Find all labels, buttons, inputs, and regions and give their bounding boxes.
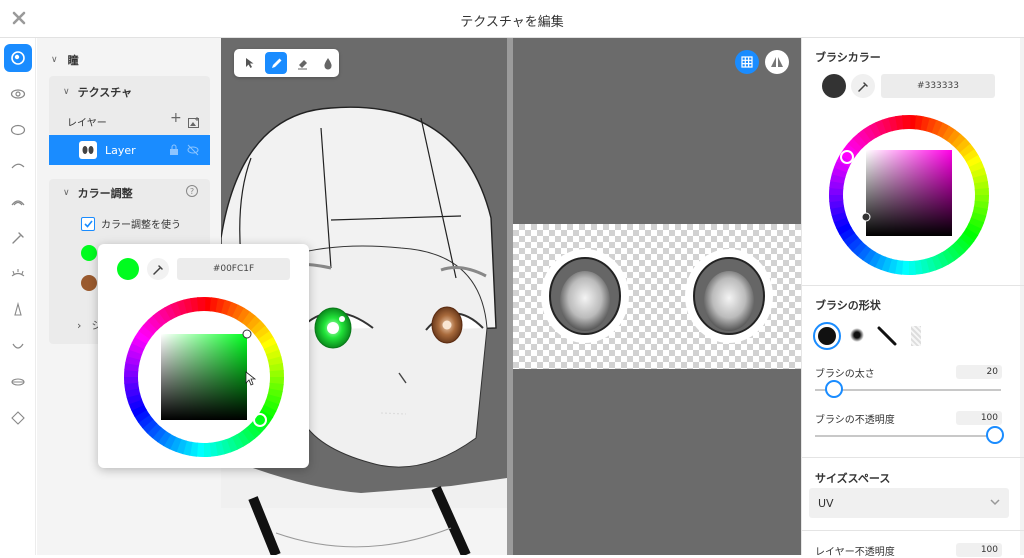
title-bar: テクスチャを編集 (0, 0, 1024, 38)
ear-icon[interactable] (4, 188, 32, 216)
drawing-toolbar (234, 49, 339, 77)
eyedropper-button[interactable] (147, 258, 169, 280)
color-swatch-2[interactable] (81, 275, 97, 291)
texture-header[interactable]: ∨ テクスチャ (63, 84, 210, 100)
color-adjust-title: カラー調整 (77, 187, 133, 200)
eye-outline-icon[interactable] (4, 80, 32, 108)
chevron-right-icon: › (77, 318, 82, 332)
eyedropper-icon[interactable] (4, 224, 32, 252)
face-shape-icon[interactable] (4, 404, 32, 432)
chevron-down-icon: ∨ (63, 188, 70, 198)
add-layer-icon[interactable]: + (170, 110, 182, 126)
part-tool-strip (0, 38, 36, 555)
lip-icon[interactable] (4, 368, 32, 396)
texture-view[interactable] (513, 38, 801, 555)
use-color-adjust-label: カラー調整を使う (101, 220, 181, 231)
eyedropper-icon (152, 264, 163, 275)
sv-handle (242, 329, 252, 339)
layer-opacity-label: レイヤー不透明度 (815, 547, 895, 558)
add-image-icon[interactable] (188, 113, 200, 132)
brow-icon[interactable] (4, 152, 32, 180)
help-icon[interactable]: ? (186, 185, 198, 197)
brush-color-title: ブラシカラー (815, 51, 881, 64)
hex-input[interactable]: #00FC1F (177, 258, 290, 280)
lash-icon[interactable] (4, 260, 32, 288)
texture-card: ∨ テクスチャ レイヤー + (49, 76, 210, 136)
section-title: 瞳 (67, 54, 79, 67)
select-arrow-icon[interactable] (239, 52, 261, 74)
chevron-down-icon: ∨ (63, 87, 70, 97)
brush-hex-input[interactable]: #333333 (881, 74, 995, 98)
brush-size-slider[interactable] (815, 389, 1001, 391)
eye-part-icon[interactable] (4, 44, 32, 72)
right-panel: ブラシカラー #333333 ブラシの形状 ブラシの太さ 20 ブラシの不透明度… (801, 38, 1024, 558)
layer-item[interactable]: Layer (49, 135, 210, 165)
nose-icon[interactable] (4, 296, 32, 324)
window-title: テクスチャを編集 (460, 15, 564, 30)
brush-eyedropper-button[interactable] (851, 74, 875, 98)
mouth-icon[interactable] (4, 332, 32, 360)
layer-thumbnail (79, 141, 97, 159)
grid-toggle-icon[interactable] (735, 50, 759, 74)
visibility-off-icon[interactable] (187, 144, 199, 159)
brush-shape-soft[interactable] (850, 328, 864, 342)
size-space-title: サイズスペース (815, 472, 891, 485)
fill-drop-icon[interactable] (317, 52, 339, 74)
eyedropper-icon (857, 81, 868, 92)
size-space-select[interactable]: UV (809, 488, 1009, 518)
separator (802, 457, 1024, 458)
use-color-adjust-row[interactable]: カラー調整を使う (81, 216, 210, 231)
brush-size-label: ブラシの太さ (815, 369, 875, 380)
brush-opacity-slider[interactable] (815, 435, 1001, 437)
oval-icon[interactable] (4, 116, 32, 144)
lock-icon[interactable] (169, 144, 179, 159)
separator (802, 530, 1024, 531)
eraser-icon[interactable] (291, 52, 313, 74)
eye-texture (541, 249, 773, 343)
brush-size-value[interactable]: 20 (956, 365, 1002, 379)
chevron-down-icon: ∨ (51, 55, 58, 65)
use-color-adjust-checkbox[interactable] (81, 216, 95, 231)
brush-opacity-value[interactable]: 100 (956, 411, 1002, 425)
color-swatch-1[interactable] (81, 245, 97, 261)
color-picker-popover: #00FC1F (98, 244, 309, 468)
brush-opacity-label: ブラシの不透明度 (815, 415, 895, 426)
pen-icon[interactable] (265, 52, 287, 74)
texture-title: テクスチャ (77, 86, 133, 99)
brush-shape-round[interactable] (813, 322, 841, 350)
brush-shape-title: ブラシの形状 (815, 299, 881, 312)
layer-label: レイヤー (67, 118, 107, 129)
layer-name: Layer (105, 143, 136, 157)
brush-hue-ring[interactable] (824, 110, 994, 280)
size-space-value: UV (818, 496, 834, 510)
hue-ring[interactable] (119, 292, 289, 462)
chevron-down-icon (990, 496, 1000, 509)
brush-shape-line[interactable] (877, 326, 897, 350)
scrollbar[interactable] (1020, 38, 1024, 555)
brush-size-knob[interactable] (824, 380, 843, 398)
popover-color-swatch (117, 258, 139, 280)
mirror-icon[interactable] (765, 50, 789, 74)
brush-color-swatch[interactable] (822, 74, 846, 98)
brush-sv-handle (861, 212, 871, 222)
brush-opacity-knob[interactable] (986, 426, 1004, 444)
cursor-icon (245, 371, 257, 386)
brush-shape-texture[interactable] (911, 326, 921, 346)
separator (802, 285, 1024, 286)
section-header-eye[interactable]: ∨ 瞳 (51, 52, 221, 68)
